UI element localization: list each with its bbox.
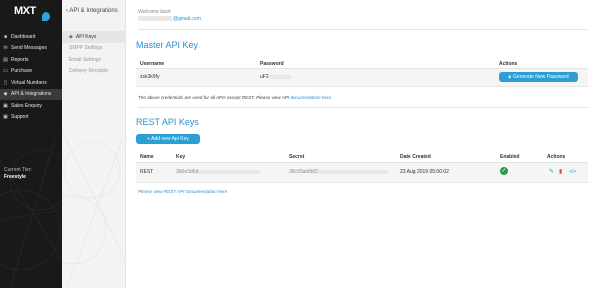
- submenu-item-delivery-receipts[interactable]: Delivery Receipts: [62, 66, 125, 78]
- decorative-network-graphic: [62, 129, 125, 288]
- sidebar-item-purchase[interactable]: ▭ Purchase: [0, 66, 62, 78]
- col-name: Name: [140, 154, 154, 160]
- sidebar-nav: ■ Dashboard ✉ Send Messages ▤ Reports ▭ Purchas…: [0, 31, 62, 123]
- current-tier-value: Freestyle: [4, 174, 26, 180]
- sidebar-item-label: API & Integrations: [11, 91, 52, 98]
- sidebar-item-dashboard[interactable]: ■ Dashboard: [0, 31, 62, 43]
- submenu-item-label: Email Settings: [69, 56, 101, 63]
- phone-icon: ▯: [4, 79, 7, 86]
- submenu-item-label: Delivery Receipts: [69, 68, 108, 75]
- row-secret: 39c93ab8fd2: [289, 169, 388, 175]
- send-icon: ✉: [3, 45, 8, 52]
- submenu-item-label: SMPP Settings: [69, 45, 103, 52]
- col-actions: Actions: [547, 154, 566, 160]
- master-note: The above credentials are used for all A…: [138, 95, 333, 100]
- dashboard-icon: ■: [3, 33, 8, 40]
- row-key: 3b6e3d6d: [176, 169, 261, 175]
- col-username: Username: [140, 61, 165, 67]
- main-content: Welcome back @gmail.com Master API Key U…: [126, 0, 600, 288]
- row-date-created: 23 Aug 2019 05:00:02: [400, 169, 449, 175]
- password-value: uF2: [260, 74, 291, 80]
- master-api-key-title: Master API Key: [136, 40, 199, 50]
- sidebar-item-label: Send Messages: [11, 45, 47, 52]
- username-value: zsk3k9fy: [140, 74, 160, 80]
- sidebar-item-virtual-numbers[interactable]: ▯ Virtual Numbers: [0, 77, 62, 89]
- code-icon[interactable]: </>: [569, 169, 576, 175]
- decorative-network-graphic: [0, 139, 62, 288]
- current-tier-label: Current Tier:: [4, 167, 32, 173]
- cart-icon: ▭: [3, 68, 8, 75]
- col-actions: Actions: [499, 61, 518, 67]
- sidebar-item-label: Reports: [11, 56, 29, 63]
- col-secret: Secret: [289, 154, 305, 160]
- edit-icon[interactable]: ✎: [549, 169, 554, 175]
- submenu-item-label: API Keys: [75, 33, 97, 40]
- divider: [138, 29, 588, 30]
- row-name: REST: [140, 169, 154, 175]
- key-icon: ◆: [69, 33, 73, 40]
- col-enabled: Enabled: [500, 154, 520, 160]
- redacted-mask: [198, 169, 261, 174]
- documentation-link[interactable]: documentation here.: [290, 95, 332, 100]
- logo-bubble-icon: [42, 12, 50, 21]
- generate-password-button[interactable]: 🔒︎ Generate New Password: [499, 72, 578, 82]
- rest-api-keys-title: REST API Keys: [136, 117, 199, 127]
- submenu-items: ◆ API Keys SMPP Settings Email Settings Deli…: [62, 31, 125, 77]
- sidebar-item-sales-enquiry[interactable]: ▣ Sales Enquiry: [0, 100, 62, 112]
- submenu-item-api-keys[interactable]: ◆ API Keys: [62, 31, 125, 43]
- redacted-mask: [138, 16, 172, 22]
- sidebar-item-label: Dashboard: [11, 33, 36, 40]
- submenu-item-smpp-settings[interactable]: SMPP Settings: [62, 43, 125, 55]
- submenu-item-email-settings[interactable]: Email Settings: [62, 54, 125, 66]
- user-email: @gmail.com: [138, 16, 201, 22]
- sidebar-item-send-messages[interactable]: ✉ Send Messages: [0, 43, 62, 55]
- enabled-check-icon[interactable]: ✓: [500, 167, 508, 175]
- main-sidebar: MXT ■ Dashboard ✉ Send Messages ▤ Reports ▭ Pur…: [0, 0, 62, 288]
- submenu-title: ‹ API & Integrations: [66, 8, 118, 14]
- lock-icon: 🔒︎: [508, 74, 512, 80]
- redacted-mask: [268, 74, 291, 79]
- col-password: Password: [260, 61, 284, 67]
- sidebar-item-api-integrations[interactable]: ◆ API & Integrations: [0, 88, 62, 100]
- delete-icon[interactable]: ▮: [559, 169, 562, 175]
- support-icon: ▣: [3, 114, 8, 121]
- enquiry-icon: ▣: [3, 102, 8, 109]
- col-key: Key: [176, 154, 186, 160]
- chart-icon: ▤: [3, 56, 8, 63]
- add-api-key-button[interactable]: + Add new Api Key: [136, 134, 200, 144]
- col-date-created: Date Created: [400, 154, 431, 160]
- sidebar-item-label: Sales Enquiry: [11, 102, 42, 109]
- brand-logo[interactable]: MXT: [14, 6, 50, 22]
- divider: [138, 107, 588, 108]
- sidebar-item-reports[interactable]: ▤ Reports: [0, 54, 62, 66]
- sidebar-item-label: Virtual Numbers: [11, 79, 47, 86]
- rest-documentation-link[interactable]: Please view REST API Documentation here: [138, 189, 227, 194]
- sidebar-item-label: Purchase: [11, 68, 33, 75]
- api-submenu: ‹ API & Integrations ◆ API Keys SMPP Setti…: [62, 0, 126, 288]
- welcome-text: Welcome back: [138, 9, 171, 15]
- code-icon: ◆: [3, 91, 8, 98]
- redacted-mask: [317, 169, 388, 174]
